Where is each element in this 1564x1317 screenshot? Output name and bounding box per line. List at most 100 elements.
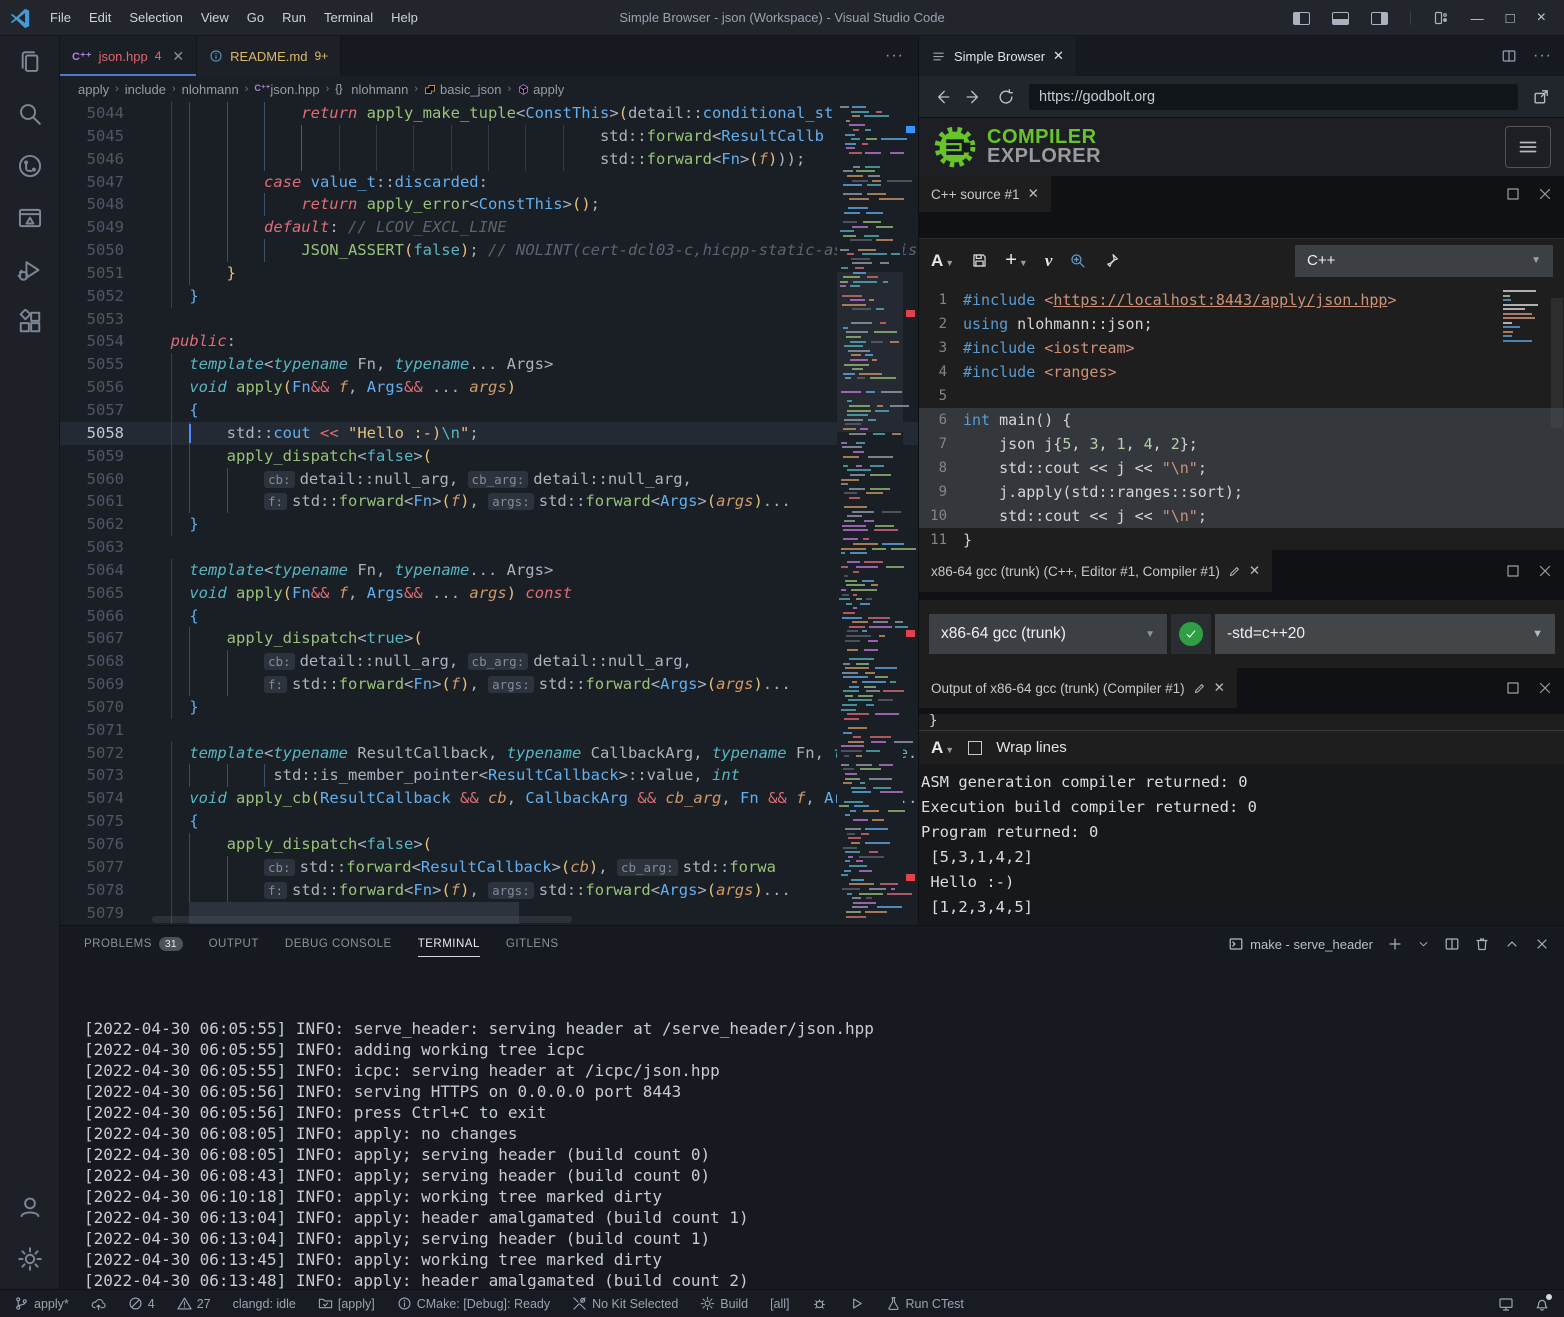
output-font-size-button[interactable]: A▼ (931, 738, 954, 758)
close-source-pane-icon[interactable]: ✕ (1028, 186, 1039, 202)
output-pane-tab[interactable]: Output of x86-64 gcc (trunk) (Compiler #… (919, 668, 1237, 708)
tab-README.md[interactable]: README.md 9+ (197, 36, 341, 76)
godbolt-line-9[interactable]: 9 j.apply(std::ranges::sort); (919, 480, 1564, 504)
code-line-5067[interactable]: 5067 apply_dispatch<true>( (60, 627, 918, 650)
status-clangd-status[interactable]: clangd: idle (233, 1297, 296, 1311)
code-line-5053[interactable]: 5053 (60, 308, 918, 331)
settings-gear-icon[interactable] (0, 1233, 60, 1285)
kill-terminal-icon[interactable] (1474, 936, 1490, 952)
status-launch-button[interactable] (849, 1296, 864, 1311)
code-line-5062[interactable]: 5062 } (60, 513, 918, 536)
close-browser-tab-icon[interactable]: ✕ (1053, 48, 1064, 64)
code-line-5069[interactable]: 5069 f:std::forward<Fn>(f), args:std::fo… (60, 673, 918, 696)
panel-tab-output[interactable]: OUTPUT (209, 926, 259, 962)
maximize-panel-icon[interactable] (1504, 936, 1520, 952)
status-git-branch[interactable]: apply* (14, 1296, 69, 1311)
close-panel-icon[interactable] (1534, 936, 1550, 952)
tab-json.hpp[interactable]: C⁺⁺ json.hpp 4 ✕ (60, 36, 197, 76)
code-line-5064[interactable]: 5064 template<typename Fn, typename... A… (60, 559, 918, 582)
code-line-5076[interactable]: 5076 apply_dispatch<false>( (60, 833, 918, 856)
horizontal-scrollbar[interactable] (152, 916, 572, 923)
menu-file[interactable]: File (41, 0, 80, 36)
code-line-5059[interactable]: 5059 apply_dispatch<false>( (60, 445, 918, 468)
menu-selection[interactable]: Selection (120, 0, 191, 36)
status-active-folder[interactable]: [apply] (318, 1296, 375, 1311)
breadcrumb-item[interactable]: C⁺⁺json.hpp (254, 82, 319, 97)
status-run-ctest[interactable]: Run CTest (886, 1296, 964, 1311)
code-line-5056[interactable]: 5056 void apply(Fn&& f, Args&& ... args) (60, 376, 918, 399)
close-pane-icon[interactable] (1537, 563, 1553, 579)
maximize-pane-icon[interactable] (1505, 563, 1521, 579)
menu-go[interactable]: Go (238, 0, 273, 36)
status-kit-selection[interactable]: No Kit Selected (572, 1296, 678, 1311)
godbolt-scrollbar[interactable] (1551, 298, 1563, 428)
status-build-target[interactable]: [all] (770, 1297, 789, 1311)
code-line-5077[interactable]: 5077 cb:std::forward<ResultCallback>(cb)… (60, 856, 918, 879)
vim-mode-icon[interactable]: v (1045, 251, 1053, 271)
code-line-5051[interactable]: 5051 } (60, 262, 918, 285)
back-icon[interactable] (933, 88, 951, 106)
status-remote-window[interactable] (1498, 1296, 1514, 1312)
toggle-panel-icon[interactable] (1332, 12, 1349, 25)
font-size-button[interactable]: A▼ (931, 251, 954, 271)
compiler-select[interactable]: x86-64 gcc (trunk) ▼ (929, 614, 1167, 654)
simple-browser-tab[interactable]: Simple Browser ✕ (919, 36, 1077, 76)
code-line-5065[interactable]: 5065 void apply(Fn&& f, Args&& ... args)… (60, 582, 918, 605)
explorer-icon[interactable] (0, 36, 60, 88)
code-line-5061[interactable]: 5061 f:std::forward<Fn>(f), args:std::fo… (60, 490, 918, 513)
status-debug-button[interactable] (812, 1296, 827, 1311)
status-cmake-status[interactable]: CMake: [Debug]: Ready (397, 1296, 550, 1311)
compiler-pane-tab[interactable]: x86-64 gcc (trunk) (C++, Editor #1, Comp… (919, 550, 1272, 592)
godbolt-line-6[interactable]: 6int main() { (919, 408, 1564, 432)
breadcrumb[interactable]: apply› include› nlohmann› C⁺⁺json.hpp› {… (60, 76, 918, 102)
split-editor-icon[interactable] (1501, 48, 1517, 64)
status-errors[interactable]: 4 (128, 1296, 155, 1311)
godbolt-line-7[interactable]: 7 json j{5, 3, 1, 4, 2}; (919, 432, 1564, 456)
breadcrumb-item[interactable]: nlohmann (182, 82, 239, 97)
reload-icon[interactable] (997, 88, 1015, 106)
godbolt-line-11[interactable]: 11} (919, 528, 1564, 550)
code-line-5072[interactable]: 5072 template<typename ResultCallback, t… (60, 742, 918, 765)
code-line-5057[interactable]: 5057 { (60, 399, 918, 422)
menu-run[interactable]: Run (273, 0, 315, 36)
breadcrumb-item[interactable]: {}nlohmann (335, 82, 408, 97)
pin-icon[interactable] (1103, 252, 1120, 269)
run-debug-icon[interactable] (0, 244, 60, 296)
code-line-5058[interactable]: 5058 std::cout << "Hello :-)\n"; (60, 422, 918, 445)
godbolt-line-5[interactable]: 5 (919, 384, 1564, 408)
panel-tab-problems[interactable]: PROBLEMS 31 (84, 926, 183, 962)
godbolt-line-4[interactable]: 4#include <ranges> (919, 360, 1564, 384)
panel-tab-terminal[interactable]: TERMINAL (418, 926, 480, 962)
source-pane-tab[interactable]: C++ source #1 ✕ (919, 176, 1051, 212)
save-icon[interactable] (971, 252, 988, 269)
search-icon[interactable] (0, 88, 60, 140)
godbolt-source-editor[interactable]: 1#include <https://localhost:8443/apply/… (919, 282, 1564, 550)
godbolt-line-1[interactable]: 1#include <https://localhost:8443/apply/… (919, 288, 1564, 312)
code-line-5044[interactable]: 5044 return apply_make_tuple<ConstThis>(… (60, 102, 918, 125)
split-terminal-icon[interactable] (1444, 936, 1460, 952)
toggle-sidebar-icon[interactable] (1293, 12, 1310, 25)
code-line-5045[interactable]: 5045 std::forward<ResultCallb (60, 125, 918, 148)
terminal-output[interactable]: [2022-04-30 06:05:55] INFO: serve_header… (60, 962, 1564, 1317)
minimap[interactable] (837, 102, 903, 925)
rename-pane-icon[interactable] (1228, 565, 1241, 578)
editor-actions-more-icon[interactable]: ··· (885, 36, 904, 76)
forward-icon[interactable] (965, 88, 983, 106)
breadcrumb-item[interactable]: include (125, 82, 166, 97)
breadcrumb-item[interactable]: apply (78, 82, 109, 97)
status-build-button[interactable]: Build (700, 1296, 748, 1311)
menu-edit[interactable]: Edit (80, 0, 120, 36)
code-line-5054[interactable]: 5054 public: (60, 330, 918, 353)
code-editor[interactable]: 5044 return apply_make_tuple<ConstThis>(… (60, 102, 918, 925)
open-external-icon[interactable] (1532, 88, 1550, 106)
status-notifications[interactable] (1534, 1296, 1550, 1312)
rename-pane-icon[interactable] (1193, 682, 1206, 695)
close-pane-icon[interactable] (1537, 186, 1553, 202)
godbolt-line-10[interactable]: 10 std::cout << j << "\n"; (919, 504, 1564, 528)
breadcrumb-item[interactable]: basic_json (424, 82, 501, 97)
code-line-5060[interactable]: 5060 cb:detail::null_arg, cb_arg:detail:… (60, 468, 918, 491)
code-line-5050[interactable]: 5050 JSON_ASSERT(false); // NOLINT(cert-… (60, 239, 918, 262)
godbolt-line-2[interactable]: 2using nlohmann::json; (919, 312, 1564, 336)
close-pane-icon[interactable] (1537, 680, 1553, 696)
status-warnings[interactable]: 27 (177, 1296, 211, 1311)
